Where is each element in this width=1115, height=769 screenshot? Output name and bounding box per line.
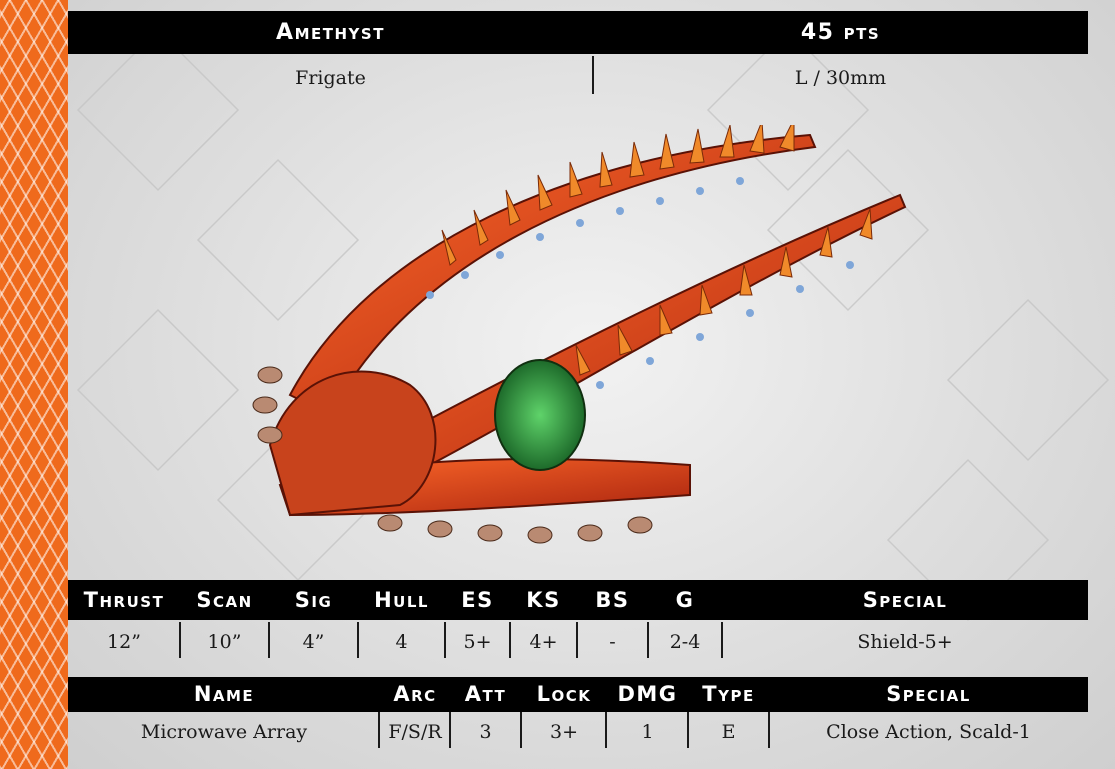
stats-header-bar: Thrust Scan Sig Hull ES KS BS G Special [68,580,1088,620]
weapon-header-lock: Lock [536,682,592,706]
weapon-header-type: Type [702,682,755,706]
divider [509,622,511,658]
stat-header-thrust: Thrust [83,588,165,612]
weapon-att: 3 [479,721,492,743]
ship-name: Amethyst [276,20,385,45]
divider [768,712,770,748]
weapon-special: Close Action, Scald-1 [826,721,1031,743]
divider [721,622,723,658]
divider [444,622,446,658]
decorative-side-stripe [0,0,68,769]
stat-scan: 10” [207,631,242,653]
stat-header-ks: KS [526,588,561,612]
stat-ks: 4+ [529,631,558,653]
stat-header-g: G [675,588,695,612]
ship-base-size: L / 30mm [794,67,887,89]
divider [576,622,578,658]
stat-header-es: ES [461,588,494,612]
divider [449,712,451,748]
stat-header-special: Special [862,588,948,612]
divider [592,56,594,94]
stat-hull: 4 [395,631,408,653]
stat-g: 2-4 [669,631,701,653]
weapon-row: Microwave Array F/S/R 3 3+ 1 E Close Act… [68,716,1088,748]
divider [647,622,649,658]
ship-info-row: Frigate L / 30mm [68,62,1088,94]
divider [378,712,380,748]
stat-header-hull: Hull [374,588,429,612]
divider [268,622,270,658]
divider [357,622,359,658]
ship-class: Frigate [295,67,366,89]
divider [605,712,607,748]
stats-values-row: 12” 10” 4” 4 5+ 4+ - 2-4 Shield-5+ [68,626,1088,658]
stat-sig: 4” [302,631,325,653]
weapon-type: E [721,721,736,743]
stat-thrust: 12” [107,631,141,653]
weapons-header-bar: Name Arc Att Lock DMG Type Special [68,677,1088,712]
weapon-header-name: Name [193,682,255,706]
stat-bs: - [609,631,616,653]
weapon-name: Microwave Array [140,721,308,743]
stat-header-bs: BS [595,588,630,612]
stat-header-scan: Scan [196,588,253,612]
weapon-arc: F/S/R [388,721,442,743]
stat-header-sig: Sig [294,588,333,612]
weapon-header-att: Att [464,682,507,706]
ship-illustration [252,125,907,544]
weapon-dmg: 1 [641,721,654,743]
stat-es: 5+ [463,631,492,653]
stat-special: Shield-5+ [857,631,953,653]
weapon-header-special: Special [886,682,971,706]
title-bar: Amethyst 45 pts [68,11,1088,54]
ship-points: 45 pts [800,20,881,45]
weapon-header-arc: Arc [393,682,437,706]
divider [179,622,181,658]
divider [687,712,689,748]
weapon-header-dmg: DMG [617,682,678,706]
divider [520,712,522,748]
weapon-lock: 3+ [549,721,578,743]
